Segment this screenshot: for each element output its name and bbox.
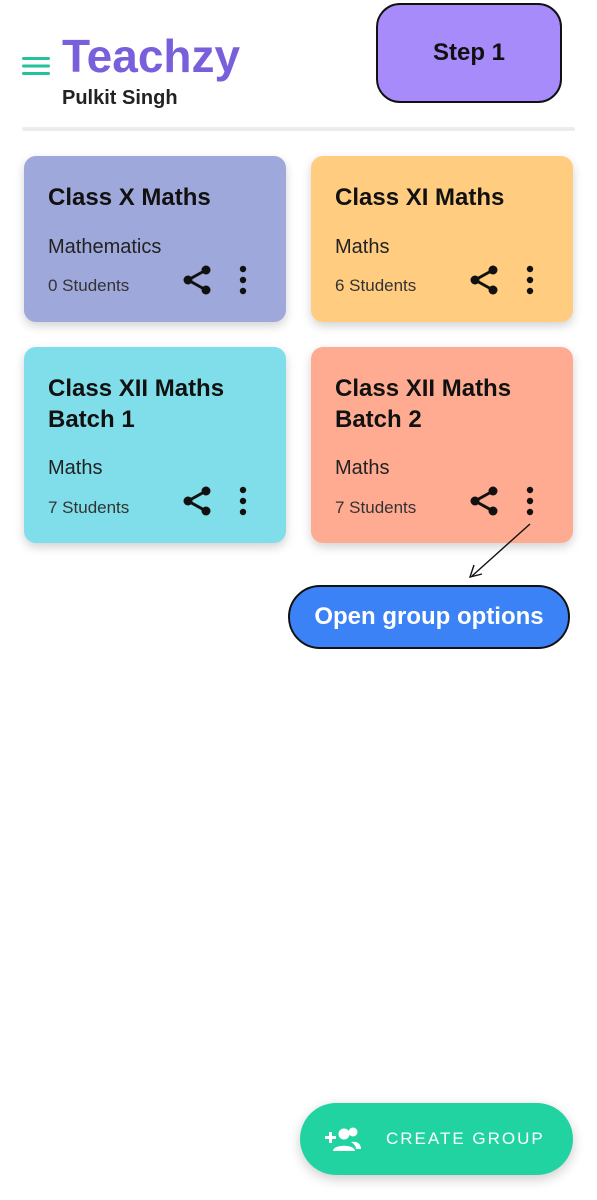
group-card-class-xii-maths-batch-2[interactable]: Class XII Maths Batch 2 Maths 7 Students	[311, 347, 573, 543]
share-icon[interactable]	[180, 263, 214, 297]
tooltip-arrow-icon	[468, 523, 531, 578]
group-card-class-xi-maths[interactable]: Class XI Maths Maths 6 Students	[311, 156, 573, 322]
add-group-icon	[325, 1127, 361, 1151]
group-subject: Mathematics	[48, 236, 162, 258]
group-student-count: 7 Students	[48, 498, 130, 517]
group-subject: Maths	[335, 236, 390, 258]
group-title: Class X Maths	[48, 184, 211, 211]
more-options-icon[interactable]	[235, 263, 251, 297]
app-header: Teachzy Pulkit Singh Step 1	[0, 0, 597, 131]
share-icon[interactable]	[467, 484, 501, 518]
step-badge: Step 1	[376, 3, 562, 103]
user-name: Pulkit Singh	[62, 87, 178, 109]
menu-icon[interactable]	[20, 52, 52, 80]
app-title: Teachzy	[62, 30, 241, 82]
group-title: Class XII Maths Batch 1	[48, 375, 225, 433]
group-subject: Maths	[335, 457, 390, 479]
group-subject: Maths	[48, 457, 103, 479]
share-icon[interactable]	[180, 484, 214, 518]
group-card-class-xii-maths-batch-1[interactable]: Class XII Maths Batch 1 Maths 7 Students	[24, 347, 286, 543]
more-options-icon[interactable]	[235, 484, 251, 518]
header-divider	[22, 127, 575, 131]
group-title: Class XII Maths Batch 2	[335, 375, 512, 433]
share-icon[interactable]	[467, 263, 501, 297]
tooltip-open-group-options: Open group options	[288, 585, 570, 649]
group-title: Class XI Maths	[335, 184, 505, 211]
create-group-button[interactable]: CREATE GROUP	[300, 1103, 573, 1175]
group-student-count: 7 Students	[335, 498, 417, 517]
create-group-label: CREATE GROUP	[386, 1129, 545, 1148]
more-options-icon[interactable]	[522, 263, 538, 297]
group-student-count: 6 Students	[335, 276, 417, 295]
more-options-icon[interactable]	[522, 484, 538, 518]
group-student-count: 0 Students	[48, 276, 130, 295]
group-card-class-x-maths[interactable]: Class X Maths Mathematics 0 Students	[24, 156, 286, 322]
